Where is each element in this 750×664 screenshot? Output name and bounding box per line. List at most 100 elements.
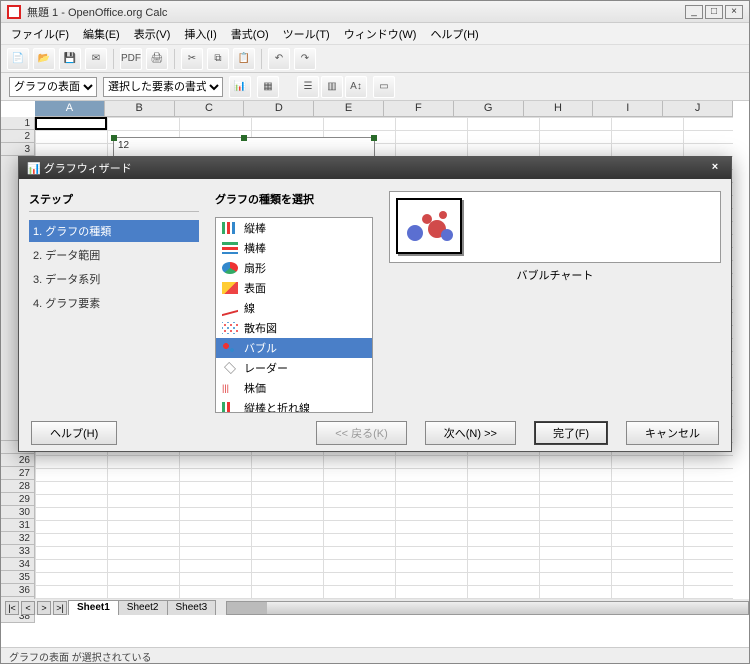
print-icon[interactable]: 🖨 (146, 48, 168, 70)
save-icon[interactable]: 💾 (59, 48, 81, 70)
font-icon[interactable]: A↕ (345, 76, 367, 98)
row-header[interactable]: 32 (1, 532, 35, 545)
chart-type-column[interactable]: 縦棒 (216, 218, 372, 238)
wizard-step-1[interactable]: 1. グラフの種類 (29, 220, 199, 242)
chart-type-radar[interactable]: レーダー (216, 358, 372, 378)
wizard-titlebar[interactable]: 📊 グラフウィザード × (19, 157, 731, 179)
col-header[interactable]: E (314, 101, 384, 117)
col-header[interactable]: B (105, 101, 175, 117)
open-icon[interactable]: 📂 (33, 48, 55, 70)
active-cell[interactable] (35, 117, 107, 130)
chart-data-icon[interactable]: ▦ (257, 76, 279, 98)
sheet-tab[interactable]: Sheet3 (167, 600, 217, 615)
bubble-chart-icon (222, 342, 238, 354)
wizard-step-4[interactable]: 4. グラフ要素 (29, 292, 199, 314)
back-button[interactable]: << 戻る(K) (316, 421, 407, 445)
help-button[interactable]: ヘルプ(H) (31, 421, 117, 445)
row-header[interactable]: 34 (1, 558, 35, 571)
wizard-step-2[interactable]: 2. データ範囲 (29, 244, 199, 266)
h-grid-icon[interactable]: ☰ (297, 76, 319, 98)
sheet-nav-next-icon[interactable]: > (37, 601, 51, 615)
chart-type-line[interactable]: 線 (216, 298, 372, 318)
menubar: ファイル(F) 編集(E) 表示(V) 挿入(I) 書式(O) ツール(T) ウ… (1, 23, 749, 45)
resize-handle[interactable] (241, 135, 247, 141)
menu-format[interactable]: 書式(O) (225, 24, 275, 44)
copy-icon[interactable]: ⧉ (207, 48, 229, 70)
resize-handle[interactable] (111, 135, 117, 141)
email-icon[interactable]: ✉ (85, 48, 107, 70)
sheet-nav-first-icon[interactable]: |< (5, 601, 19, 615)
v-grid-icon[interactable]: ▥ (321, 76, 343, 98)
menu-tools[interactable]: ツール(T) (277, 24, 336, 44)
col-header[interactable]: G (454, 101, 524, 117)
statusbar: グラフの表面 が選択されている (1, 647, 749, 663)
sheet-nav-prev-icon[interactable]: < (21, 601, 35, 615)
menu-insert[interactable]: 挿入(I) (178, 24, 222, 44)
minimize-button[interactable]: _ (685, 5, 703, 19)
col-header[interactable]: H (524, 101, 594, 117)
col-header[interactable]: C (175, 101, 245, 117)
row-header[interactable]: 33 (1, 545, 35, 558)
resize-handle[interactable] (371, 135, 377, 141)
chart-type-panel: グラフの種類を選択 縦棒 横棒 扇形 表面 線 散布図 バブル レーダー 株価 … (209, 179, 379, 413)
format-selection-dropdown[interactable]: 選択した要素の書式 (103, 77, 223, 97)
chart-type-icon[interactable]: 📊 (229, 76, 251, 98)
chart-type-bubble[interactable]: バブル (216, 338, 372, 358)
chart-type-pie[interactable]: 扇形 (216, 258, 372, 278)
col-header[interactable]: J (663, 101, 733, 117)
wizard-close-icon[interactable]: × (707, 160, 723, 176)
new-icon[interactable]: 📄 (7, 48, 29, 70)
cancel-button[interactable]: キャンセル (626, 421, 719, 445)
finish-button[interactable]: 完了(F) (534, 421, 608, 445)
chart-element-selector[interactable]: グラフの表面 (9, 77, 97, 97)
chart-type-combo[interactable]: 縦棒と折れ線 (216, 398, 372, 413)
col-header[interactable]: A (35, 101, 105, 117)
row-header[interactable]: 35 (1, 571, 35, 584)
chart-type-scatter[interactable]: 散布図 (216, 318, 372, 338)
col-header[interactable]: I (593, 101, 663, 117)
row-header[interactable]: 30 (1, 506, 35, 519)
row-header[interactable]: 27 (1, 467, 35, 480)
chart-type-stock[interactable]: 株価 (216, 378, 372, 398)
chart-type-area[interactable]: 表面 (216, 278, 372, 298)
cut-icon[interactable]: ✂ (181, 48, 203, 70)
titlebar: 無題 1 - OpenOffice.org Calc _ □ × (1, 1, 749, 23)
wizard-step-3[interactable]: 3. データ系列 (29, 268, 199, 290)
sheet-nav-last-icon[interactable]: >| (53, 601, 67, 615)
legend-icon[interactable]: ▭ (373, 76, 395, 98)
menu-view[interactable]: 表示(V) (128, 24, 177, 44)
menu-file[interactable]: ファイル(F) (5, 24, 75, 44)
next-button[interactable]: 次へ(N) >> (425, 421, 516, 445)
close-button[interactable]: × (725, 5, 743, 19)
row-header[interactable]: 26 (1, 454, 35, 467)
paste-icon[interactable]: 📋 (233, 48, 255, 70)
col-header[interactable]: D (244, 101, 314, 117)
menu-window[interactable]: ウィンドウ(W) (338, 24, 423, 44)
row-header[interactable]: 28 (1, 480, 35, 493)
chart-type-list[interactable]: 縦棒 横棒 扇形 表面 線 散布図 バブル レーダー 株価 縦棒と折れ線 (215, 217, 373, 413)
row-header[interactable]: 2 (1, 130, 35, 143)
wizard-chart-icon: 📊 (27, 162, 44, 175)
maximize-button[interactable]: □ (705, 5, 723, 19)
chart-subtype-panel: バブルチャート (379, 179, 731, 413)
row-header[interactable]: 31 (1, 519, 35, 532)
bubble-preview-icon (403, 205, 455, 247)
sheet-tab[interactable]: Sheet2 (118, 600, 168, 615)
undo-icon[interactable]: ↶ (268, 48, 290, 70)
chart-subtype-bubble[interactable] (396, 198, 462, 254)
row-header[interactable]: 1 (1, 117, 35, 130)
row-header[interactable]: 36 (1, 584, 35, 597)
wizard-button-bar: ヘルプ(H) << 戻る(K) 次へ(N) >> 完了(F) キャンセル (19, 413, 731, 453)
chart-target-toolbar: グラフの表面 選択した要素の書式 📊 ▦ ☰ ▥ A↕ ▭ (1, 73, 749, 101)
row-header[interactable]: 29 (1, 493, 35, 506)
pdf-icon[interactable]: PDF (120, 48, 142, 70)
redo-icon[interactable]: ↷ (294, 48, 316, 70)
horizontal-scrollbar[interactable] (226, 601, 749, 615)
menu-help[interactable]: ヘルプ(H) (424, 24, 484, 44)
col-header[interactable]: F (384, 101, 454, 117)
sheet-tab[interactable]: Sheet1 (68, 600, 119, 615)
row-header[interactable]: 3 (1, 143, 35, 156)
scatter-chart-icon (222, 322, 238, 334)
chart-type-bar[interactable]: 横棒 (216, 238, 372, 258)
menu-edit[interactable]: 編集(E) (77, 24, 126, 44)
